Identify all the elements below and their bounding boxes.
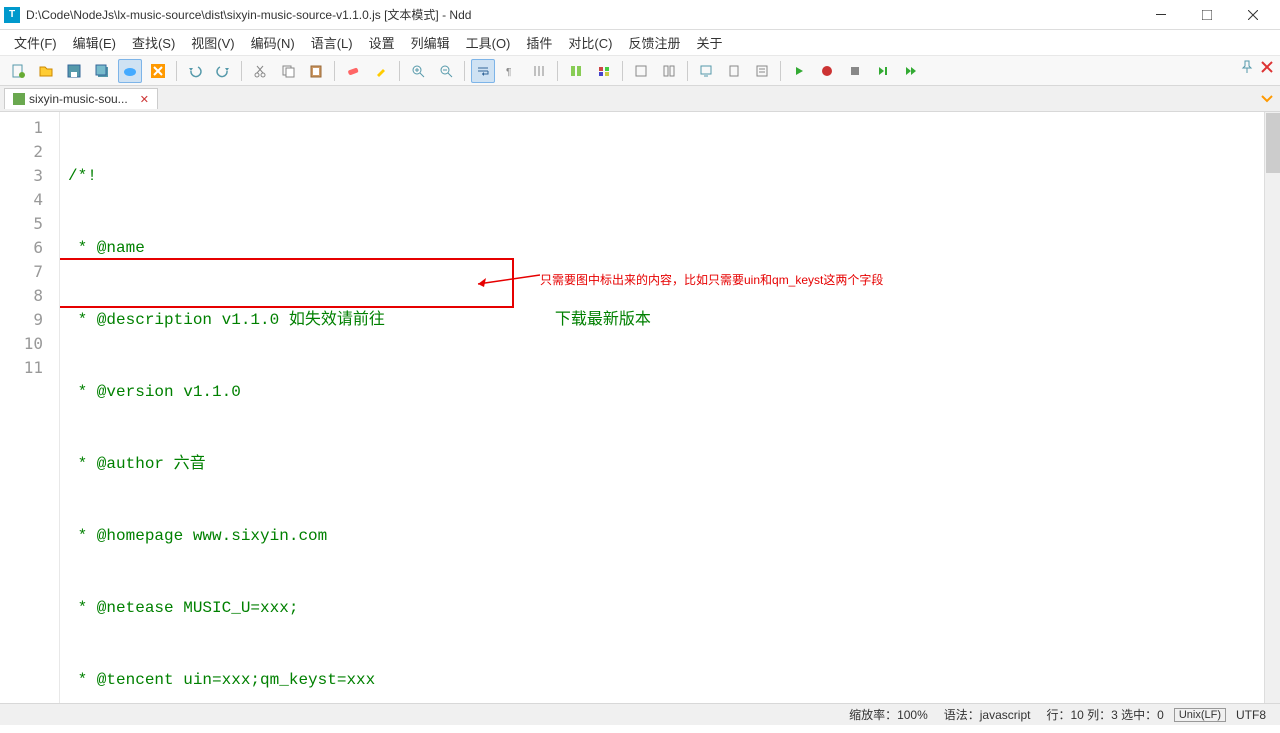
new-file-icon[interactable] [6, 59, 30, 83]
menu-feedback[interactable]: 反馈注册 [620, 30, 688, 55]
tab-label: sixyin-music-sou... [29, 92, 128, 106]
menu-file[interactable]: 文件(F) [6, 30, 65, 55]
status-eol[interactable]: Unix(LF) [1174, 708, 1226, 722]
menu-encoding[interactable]: 编码(N) [243, 30, 303, 55]
menu-tools[interactable]: 工具(O) [458, 30, 519, 55]
open-file-icon[interactable] [34, 59, 58, 83]
save-all-icon[interactable] [90, 59, 114, 83]
maximize-button[interactable] [1184, 0, 1230, 30]
statusbar: 缩放率：100% 语法：javascript 行：10 列：3 选中：0 Uni… [0, 703, 1280, 725]
copy-icon[interactable] [276, 59, 300, 83]
menu-language[interactable]: 语言(L) [303, 30, 361, 55]
menu-compare[interactable]: 对比(C) [560, 30, 620, 55]
undo-icon[interactable] [183, 59, 207, 83]
svg-text:¶: ¶ [506, 67, 511, 78]
annotation-box [60, 258, 514, 308]
paste-icon[interactable] [304, 59, 328, 83]
pin-icon[interactable] [1240, 60, 1254, 77]
save-icon[interactable] [62, 59, 86, 83]
line-number: 5 [0, 212, 59, 236]
titlebar: T D:\Code\NodeJs\lx-music-source\dist\si… [0, 0, 1280, 30]
menubar: 文件(F) 编辑(E) 查找(S) 视图(V) 编码(N) 语言(L) 设置 列… [0, 30, 1280, 56]
line-number: 4 [0, 188, 59, 212]
theme-icon[interactable] [592, 59, 616, 83]
col1-icon[interactable] [629, 59, 653, 83]
stop-icon[interactable] [843, 59, 867, 83]
line-number: 9 [0, 308, 59, 332]
window-title: D:\Code\NodeJs\lx-music-source\dist\sixy… [26, 6, 1138, 23]
gutter: 1 2 3 4 5 6 7 8 9 10 11 [0, 112, 60, 703]
line-number: 7 [0, 260, 59, 284]
line-number: 3 [0, 164, 59, 188]
menu-plugins[interactable]: 插件 [518, 30, 560, 55]
app-icon: T [4, 7, 20, 23]
run-icon[interactable] [787, 59, 811, 83]
menu-settings[interactable]: 设置 [361, 30, 403, 55]
clipboard-icon[interactable] [722, 59, 746, 83]
indent-guide-icon[interactable] [527, 59, 551, 83]
ff-icon[interactable] [899, 59, 923, 83]
tab-overflow-icon[interactable] [1260, 92, 1274, 109]
cloud-icon[interactable] [118, 59, 142, 83]
zoom-out-icon[interactable] [434, 59, 458, 83]
code-text: * @netease MUSIC_U=xxx; [68, 599, 298, 617]
menu-column[interactable]: 列编辑 [403, 30, 458, 55]
code-area[interactable]: /*! * @name * @description v1.1.0 如失效请前往… [60, 112, 1280, 703]
line-number: 6 [0, 236, 59, 260]
tab-file-icon [13, 93, 25, 105]
editor: 1 2 3 4 5 6 7 8 9 10 11 /*! * @name * @d… [0, 112, 1280, 703]
menu-view[interactable]: 视图(V) [183, 30, 242, 55]
erase-icon[interactable] [341, 59, 365, 83]
redo-icon[interactable] [211, 59, 235, 83]
col2-icon[interactable] [657, 59, 681, 83]
code-text: * @description v1.1.0 如失效请前往 [68, 311, 385, 329]
code-text: * @author 六音 [68, 455, 206, 473]
status-lang: 语法：javascript [938, 706, 1037, 723]
annotation-arrow-icon [470, 270, 540, 290]
code-text: 下载最新版本 [555, 311, 651, 329]
status-encoding: UTF8 [1230, 708, 1272, 722]
menu-edit[interactable]: 编辑(E) [65, 30, 124, 55]
code-text: * @version v1.1.0 [68, 383, 241, 401]
record-icon[interactable] [815, 59, 839, 83]
close-file-icon[interactable] [146, 59, 170, 83]
line-number: 8 [0, 284, 59, 308]
line-number: 11 [0, 356, 59, 380]
wrap-icon[interactable] [471, 59, 495, 83]
close-button[interactable] [1230, 0, 1276, 30]
minimize-button[interactable] [1138, 0, 1184, 30]
scrollbar-thumb[interactable] [1266, 113, 1280, 173]
tab-file[interactable]: sixyin-music-sou... ✕ [4, 88, 158, 109]
code-text: * @homepage www.sixyin.com [68, 527, 327, 545]
code-text: * @name [68, 239, 154, 257]
status-zoom: 缩放率：100% [843, 706, 934, 723]
highlight-icon[interactable] [369, 59, 393, 83]
line-number: 1 [0, 116, 59, 140]
annotation-text: 只需要图中标出来的内容，比如只需要uin和qm_keyst这两个字段 [540, 268, 883, 292]
zoom-in-icon[interactable] [406, 59, 430, 83]
doc-list-icon[interactable] [750, 59, 774, 83]
status-position: 行：10 列：3 选中：0 [1040, 706, 1169, 723]
tab-close-icon[interactable]: ✕ [140, 93, 149, 106]
cut-icon[interactable] [248, 59, 272, 83]
line-number: 10 [0, 332, 59, 356]
menu-about[interactable]: 关于 [688, 30, 730, 55]
monitor-icon[interactable] [694, 59, 718, 83]
toolbar: ¶ [0, 56, 1280, 86]
format-icon[interactable] [564, 59, 588, 83]
code-text: * @tencent uin=xxx;qm_keyst=xxx [68, 671, 375, 689]
step-icon[interactable] [871, 59, 895, 83]
show-all-icon[interactable]: ¶ [499, 59, 523, 83]
code-text: /*! [68, 167, 97, 185]
menu-search[interactable]: 查找(S) [124, 30, 183, 55]
line-number: 2 [0, 140, 59, 164]
tabbar: sixyin-music-sou... ✕ [0, 86, 1280, 112]
exit-icon[interactable] [1260, 60, 1274, 77]
vertical-scrollbar[interactable] [1264, 112, 1280, 703]
